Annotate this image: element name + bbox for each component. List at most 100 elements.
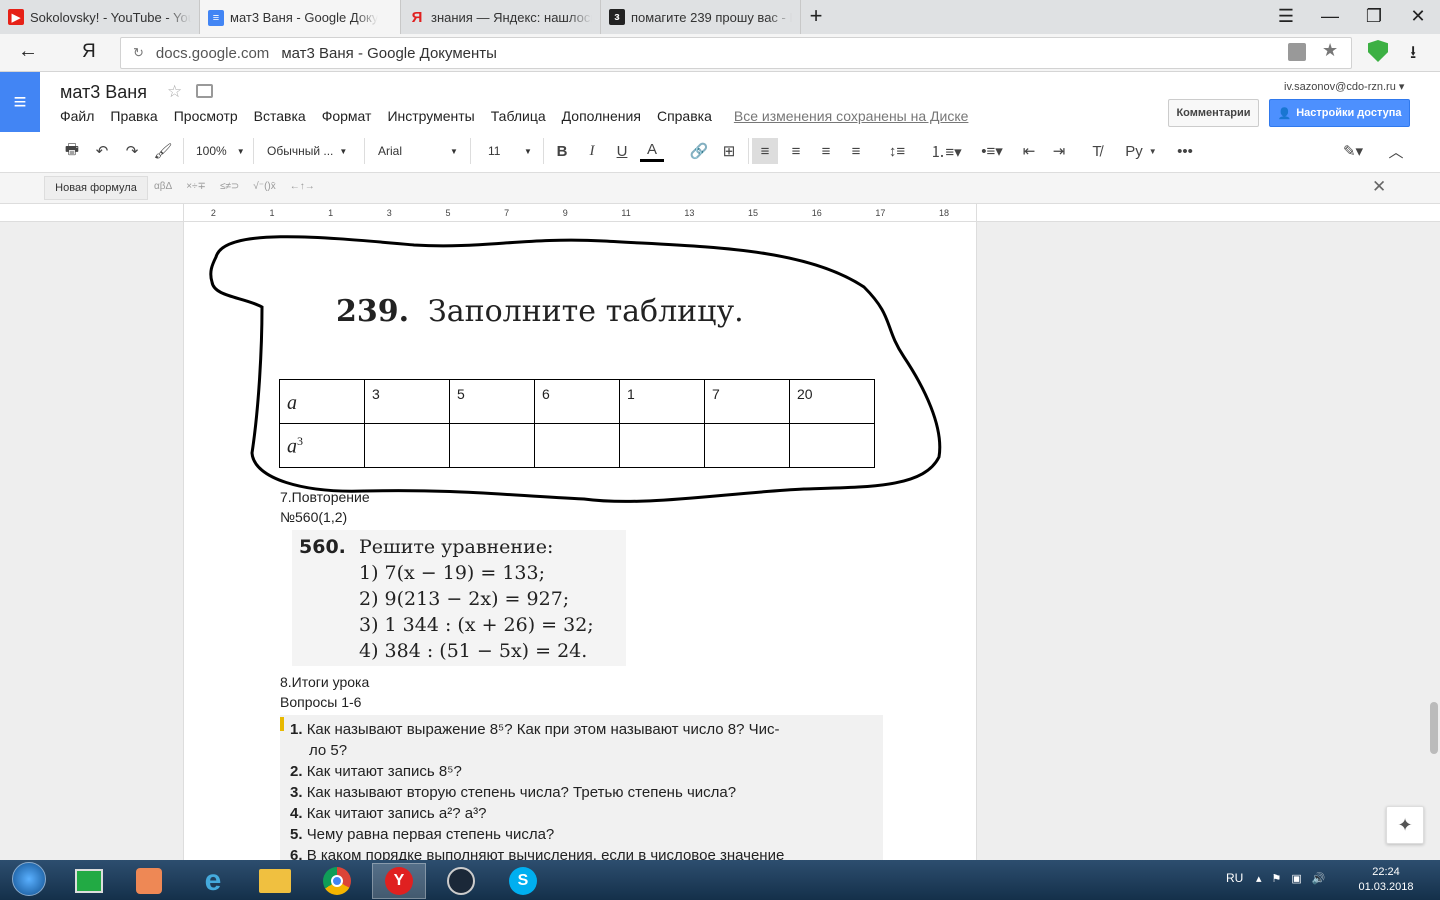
share-button[interactable]: 👤 Настройки доступа [1269, 99, 1410, 127]
relations-menu[interactable]: ≤≠⊃ [220, 181, 239, 192]
comment-add-icon[interactable]: ⊞ [718, 140, 740, 162]
file-explorer-icon[interactable] [248, 863, 302, 899]
table-cell[interactable] [449, 423, 535, 468]
numbered-list-icon[interactable]: ⒈≡▾ [928, 140, 964, 162]
font-size-select[interactable]: 11 ▼ [488, 140, 536, 162]
operators-menu[interactable]: ×÷∓ [186, 181, 206, 192]
tab-yandex[interactable]: Я знания — Яндекс: нашлось [401, 0, 601, 34]
align-justify-icon[interactable]: ≡ [846, 140, 866, 162]
decrease-indent-icon[interactable]: ⇤ [1018, 140, 1040, 162]
tab-youtube[interactable]: ▶ Sokolovsky! - YouTube - You [0, 0, 200, 34]
tab-znanija[interactable]: з помагите 239 прошу вас - L [601, 0, 801, 34]
greek-letters-menu[interactable]: αβΔ [154, 181, 172, 192]
arrows-menu[interactable]: ←↑→ [290, 181, 315, 192]
bookmark-star-icon[interactable]: ★ [1322, 40, 1338, 61]
internet-explorer-icon[interactable]: e [186, 863, 240, 899]
table-cell-header[interactable]: a3 [279, 423, 365, 468]
menu-insert[interactable]: Вставка [254, 108, 306, 124]
undo-icon[interactable]: ↶ [92, 140, 112, 162]
document-title[interactable]: мат3 Ваня [60, 82, 147, 103]
clock[interactable]: 22:24 01.03.2018 [1358, 866, 1414, 893]
table-cell[interactable] [364, 423, 450, 468]
line-spacing-icon[interactable]: ↕≡ [880, 140, 914, 162]
table-cell[interactable]: 6 [534, 379, 620, 424]
url-field[interactable]: ↻ docs.google.com мат3 Ваня - Google Док… [120, 37, 1352, 69]
language-indicator[interactable]: RU [1226, 871, 1243, 885]
table-cell-header[interactable]: a [279, 379, 365, 424]
style-select[interactable]: Обычный ... ▼ [267, 140, 357, 162]
menu-tools[interactable]: Инструменты [387, 108, 474, 124]
input-tools-select[interactable]: Ру ▼ [1120, 140, 1162, 162]
document-page[interactable]: 239. Заполните таблицу. a 3 5 6 1 7 20 a… [183, 222, 977, 862]
tab-google-docs[interactable]: ≡ мат3 Ваня - Google Доку [200, 0, 401, 35]
redo-icon[interactable]: ↷ [122, 140, 142, 162]
more-options-icon[interactable]: ••• [1172, 140, 1198, 162]
docs-home-icon[interactable]: ≡ [0, 72, 40, 132]
close-equation-icon[interactable]: ✕ [1372, 177, 1386, 197]
paint-format-icon[interactable]: 🖌 [153, 140, 173, 162]
move-folder-icon[interactable] [196, 84, 213, 98]
bulleted-list-icon[interactable]: •≡▾ [974, 140, 1010, 162]
table-cell[interactable] [619, 423, 705, 468]
table-239[interactable]: a 3 5 6 1 7 20 a3 [279, 379, 875, 468]
align-left-icon[interactable]: ≡ [752, 138, 778, 164]
close-window-icon[interactable]: ✕ [1396, 0, 1440, 32]
account-email[interactable]: iv.sazonov@cdo-rzn.ru ▾ [1284, 80, 1404, 93]
italic-icon[interactable]: I [582, 140, 602, 162]
bold-icon[interactable]: B [552, 140, 572, 162]
yandex-browser-icon[interactable]: Y [372, 863, 426, 899]
table-cell[interactable]: 7 [704, 379, 790, 424]
table-cell[interactable] [704, 423, 790, 468]
table-cell[interactable]: 20 [789, 379, 875, 424]
clear-formatting-icon[interactable]: T̸ [1086, 140, 1108, 162]
media-player-icon[interactable] [122, 863, 176, 899]
underline-icon[interactable]: U [612, 140, 632, 162]
table-cell[interactable] [534, 423, 620, 468]
ruler: 2 1 1 3 5 7 9 11 13 15 16 17 18 [0, 204, 1440, 222]
align-center-icon[interactable]: ≡ [786, 140, 806, 162]
back-icon[interactable]: ← [18, 40, 38, 63]
new-tab-button[interactable]: + [794, 0, 838, 32]
vertical-scrollbar[interactable] [1430, 702, 1438, 754]
menu-file[interactable]: Файл [60, 108, 94, 124]
yandex-logo[interactable]: Я [82, 41, 96, 63]
table-cell[interactable]: 5 [449, 379, 535, 424]
table-cell[interactable]: 1 [619, 379, 705, 424]
reload-icon[interactable]: ↻ [133, 45, 144, 61]
explore-icon[interactable]: ✦ [1386, 806, 1424, 844]
protect-shield-icon[interactable] [1368, 40, 1388, 62]
increase-indent-icon[interactable]: ⇥ [1048, 140, 1070, 162]
align-right-icon[interactable]: ≡ [816, 140, 836, 162]
new-formula-button[interactable]: Новая формула [44, 176, 148, 200]
comments-button[interactable]: Комментарии [1168, 99, 1259, 127]
task-manager-icon[interactable] [62, 863, 116, 899]
math-operations-menu[interactable]: √⁻()x̄ [253, 181, 275, 192]
start-button[interactable] [2, 861, 56, 897]
menu-format[interactable]: Формат [322, 108, 372, 124]
font-select[interactable]: Arial ▼ [378, 140, 462, 162]
editing-mode-icon[interactable]: ✎▾ [1336, 140, 1370, 162]
tray-icons[interactable]: ▴⚑▣🔊 [1256, 872, 1335, 885]
download-icon[interactable]: ⭳ [1410, 40, 1416, 70]
lock-icon[interactable] [1288, 43, 1306, 61]
restore-icon[interactable]: ❐ [1352, 0, 1396, 32]
collapse-toolbar-icon[interactable]: ︿ [1386, 140, 1406, 162]
star-icon[interactable]: ☆ [167, 82, 182, 102]
print-icon[interactable]: 🖶 [62, 140, 82, 162]
menu-edit[interactable]: Правка [110, 108, 157, 124]
menu-view[interactable]: Просмотр [174, 108, 238, 124]
zoom-select[interactable]: 100% ▼ [196, 140, 246, 162]
text-color-icon[interactable]: A [640, 140, 664, 162]
menu-help[interactable]: Справка [657, 108, 712, 124]
table-cell[interactable]: 3 [364, 379, 450, 424]
link-icon[interactable]: 🔗 [688, 140, 710, 162]
save-status-link[interactable]: Все изменения сохранены на Диске [734, 108, 969, 124]
chrome-icon[interactable] [310, 863, 364, 899]
table-cell[interactable] [789, 423, 875, 468]
menu-table[interactable]: Таблица [491, 108, 546, 124]
menu-addons[interactable]: Дополнения [562, 108, 641, 124]
menu-icon[interactable]: ☰ [1264, 0, 1308, 32]
skype-icon[interactable]: S [496, 863, 550, 899]
steam-icon[interactable] [434, 863, 488, 899]
minimize-icon[interactable]: — [1308, 0, 1352, 32]
